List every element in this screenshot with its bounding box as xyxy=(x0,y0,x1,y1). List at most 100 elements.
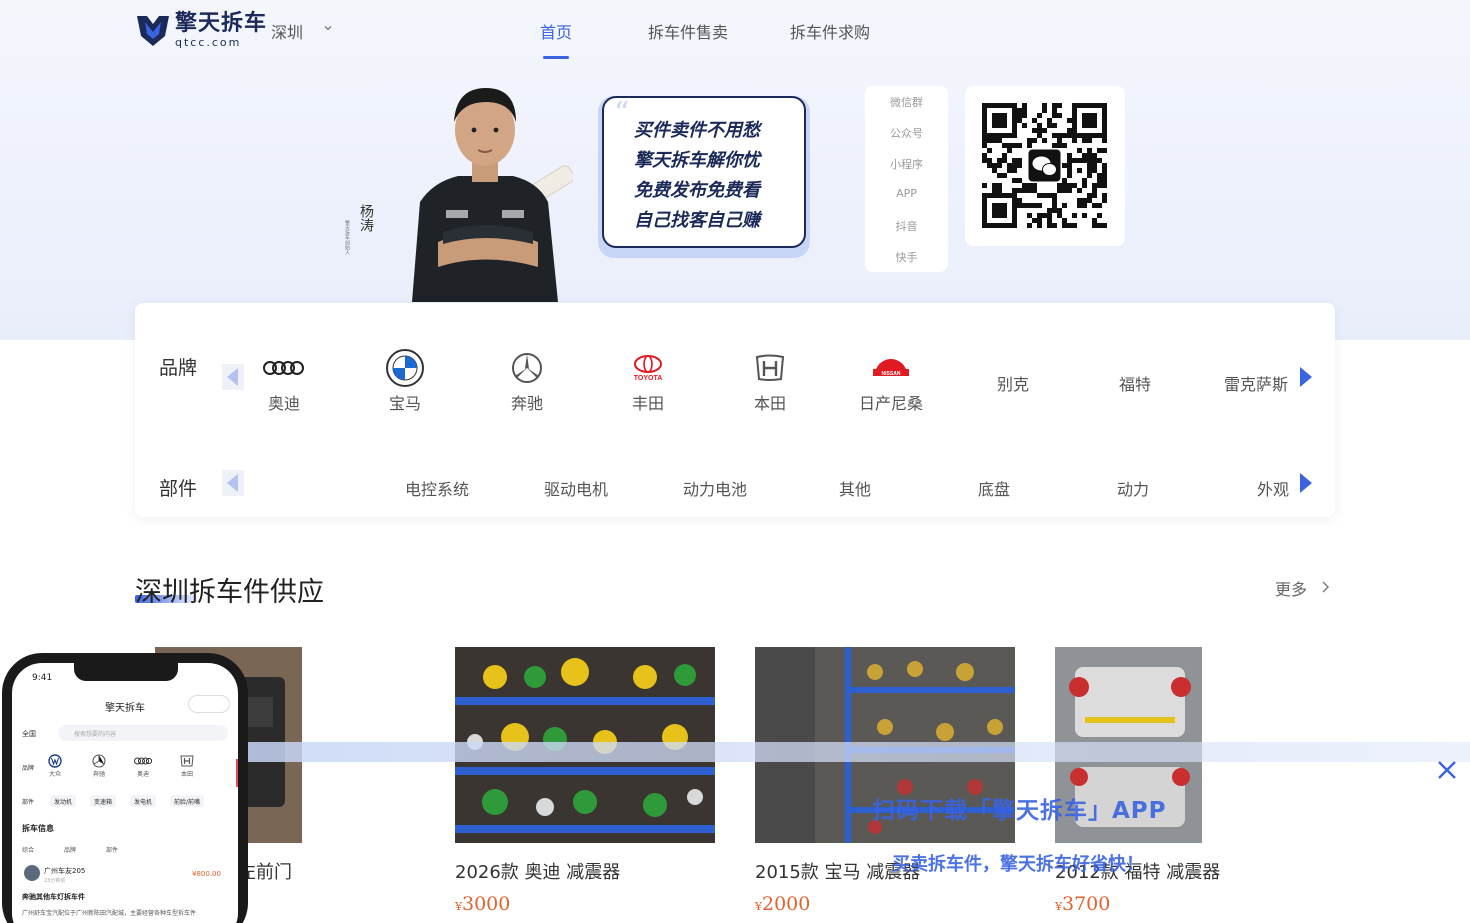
phone-post-desc: 广州舒车宝汽配位于广州新陈田汽配城，主要经营各种车型拆车件 xyxy=(22,910,197,917)
slogan-line: 免费发布免费看 xyxy=(634,180,760,201)
logo-shield-icon xyxy=(137,16,169,46)
phone-part-chip: 发电机 xyxy=(130,795,157,807)
part-item[interactable]: 其他 xyxy=(839,476,871,500)
brand-item-buick[interactable]: 别克 xyxy=(997,371,1029,395)
brand-item-audi[interactable]: 奥迪 xyxy=(234,349,334,414)
qr-finder-mark xyxy=(982,193,1017,228)
brand-name: 本田 xyxy=(753,394,786,413)
part-item[interactable]: 动力电池 xyxy=(683,476,747,500)
slogan-line: 自己找客自己赚 xyxy=(634,210,760,231)
brand-row-label: 品牌 xyxy=(159,357,198,379)
brand-item-lexus[interactable]: 雷克萨斯 xyxy=(1224,371,1288,395)
phone-brand-item: 奥迪 xyxy=(128,753,158,778)
part-row-label: 部件 xyxy=(159,478,198,500)
honda-logo-icon xyxy=(180,755,194,767)
nav-home[interactable]: 首页 xyxy=(540,19,572,43)
channel-douyin[interactable]: 抖音 xyxy=(865,218,948,234)
channel-official-account[interactable]: 公众号 xyxy=(865,125,948,141)
product-price: ¥3000 xyxy=(455,893,511,915)
nav-parts-sale[interactable]: 拆车件售卖 xyxy=(648,19,728,43)
part-prev-arrow-icon[interactable] xyxy=(222,470,244,496)
city-selector[interactable]: 深圳 xyxy=(271,19,303,43)
qr-finder-mark xyxy=(1072,103,1107,138)
nav-parts-wanted[interactable]: 拆车件求购 xyxy=(790,19,870,43)
brand-next-arrow-icon[interactable] xyxy=(1295,364,1317,390)
qr-code-card xyxy=(965,86,1125,246)
phone-time: 9:41 xyxy=(32,673,53,683)
phone-brand-item: 大众 xyxy=(40,753,70,778)
chevron-right-icon[interactable] xyxy=(1320,580,1330,594)
brand-name: 丰田 xyxy=(631,394,664,413)
part-item[interactable]: 电控系统 xyxy=(405,476,469,500)
toyota-logo-icon: TOYOTA xyxy=(634,355,662,382)
part-next-arrow-icon[interactable] xyxy=(1295,470,1317,496)
chevron-down-icon[interactable] xyxy=(322,22,334,34)
phone-avatar xyxy=(24,865,40,881)
phone-part-chip: 前脸/前嘴 xyxy=(170,795,205,807)
phone-username: 广州车友205 xyxy=(44,867,86,875)
brand-item-honda[interactable]: 本田 xyxy=(720,349,820,414)
nissan-logo-icon: NISSAN xyxy=(873,359,909,377)
mercedes-logo-icon xyxy=(92,754,106,768)
bmw-logo-icon xyxy=(386,349,424,387)
site-logo[interactable]: 擎天拆车 qtcc.com xyxy=(135,12,267,48)
brand-item-toyota[interactable]: TOYOTA 丰田 xyxy=(598,349,698,414)
phone-brand-item: 本田 xyxy=(172,753,202,778)
channel-tabs: 微信群 公众号 小程序 APP 抖音 快手 xyxy=(865,86,948,272)
phone-section-title: 拆车信息 xyxy=(22,824,54,833)
brand-name: 宝马 xyxy=(388,394,421,413)
slogan-line: 买件卖件不用愁 xyxy=(634,120,760,141)
honda-logo-icon xyxy=(755,354,785,381)
channel-mini-program[interactable]: 小程序 xyxy=(865,156,948,172)
phone-filter: 部件 xyxy=(106,847,119,854)
download-subtitle: 买卖拆车件，擎天拆车好省快！ xyxy=(892,854,1144,875)
phone-filter: 综合 xyxy=(22,847,35,854)
founder-photo xyxy=(412,88,573,302)
brand-name: 奥迪 xyxy=(267,394,300,413)
brand-item-ford[interactable]: 福特 xyxy=(1119,371,1151,395)
phone-post-time: 23分钟前 xyxy=(44,878,66,884)
part-item[interactable]: 动力 xyxy=(1117,476,1149,500)
audi-logo-icon xyxy=(263,361,304,375)
slogan-line: 擎天拆车解你忧 xyxy=(634,150,760,171)
channel-app[interactable]: APP xyxy=(865,187,948,200)
phone-brand-label: 品牌 xyxy=(22,765,35,772)
app-phone-mockup: 9:41 擎天拆车 全国 搜索想要的内容 品牌 大众 奔驰 奥迪 本田 部件 发… xyxy=(2,653,248,923)
filter-panel: 品牌 奥迪 宝马 奔驰 TOYOTA 丰田 本田 NISSAN 日产尼桑 别克 … xyxy=(135,303,1335,517)
founder-caption: 擎天拆车创始人 xyxy=(344,220,350,255)
product-price: ¥3700 xyxy=(1055,893,1111,915)
product-price: ¥2000 xyxy=(755,893,811,915)
phone-price: ¥800.00 xyxy=(192,870,221,878)
close-icon[interactable] xyxy=(1436,759,1458,781)
logo-name: 擎天拆车 xyxy=(175,10,268,36)
brand-item-nissan[interactable]: NISSAN 日产尼桑 xyxy=(841,349,941,414)
phone-filter: 品牌 xyxy=(64,847,77,854)
phone-brand-item: 奔驰 xyxy=(84,753,114,778)
slogan-bubble: “ 买件卖件不用愁 擎天拆车解你忧 免费发布免费看 自己找客自己赚 xyxy=(598,96,810,258)
part-item[interactable]: 外观 xyxy=(1257,476,1289,500)
channel-wechat-group[interactable]: 微信群 xyxy=(865,94,948,110)
svg-text:NISSAN: NISSAN xyxy=(882,371,901,377)
phone-menu-capsule xyxy=(188,695,230,713)
founder-signature: 杨涛 xyxy=(358,204,374,232)
brand-item-bmw[interactable]: 宝马 xyxy=(355,349,455,414)
nav-active-indicator xyxy=(543,56,569,59)
brand-name: 奔驰 xyxy=(510,394,543,413)
phone-search: 搜索想要的内容 xyxy=(58,725,228,741)
part-item[interactable]: 驱动电机 xyxy=(544,476,608,500)
channel-kuaishou[interactable]: 快手 xyxy=(865,249,948,265)
phone-notch xyxy=(74,663,178,681)
quote-mark-icon: “ xyxy=(614,96,630,131)
section-title: 深圳拆车件供应 xyxy=(135,577,324,608)
download-title: 扫码下载「擎天拆车」APP xyxy=(872,798,1167,824)
part-item[interactable]: 底盘 xyxy=(978,476,1010,500)
phone-part-chip: 变速箱 xyxy=(90,795,117,807)
brand-item-mercedes[interactable]: 奔驰 xyxy=(477,349,577,414)
logo-domain: qtcc.com xyxy=(175,35,242,49)
more-link[interactable]: 更多 xyxy=(1275,576,1307,600)
phone-region: 全国 xyxy=(22,730,36,738)
download-banner xyxy=(245,742,1470,762)
phone-indicator xyxy=(236,759,238,787)
vw-logo-icon xyxy=(48,754,62,768)
product-title[interactable]: 2026款 奥迪 减震器 xyxy=(455,858,620,884)
